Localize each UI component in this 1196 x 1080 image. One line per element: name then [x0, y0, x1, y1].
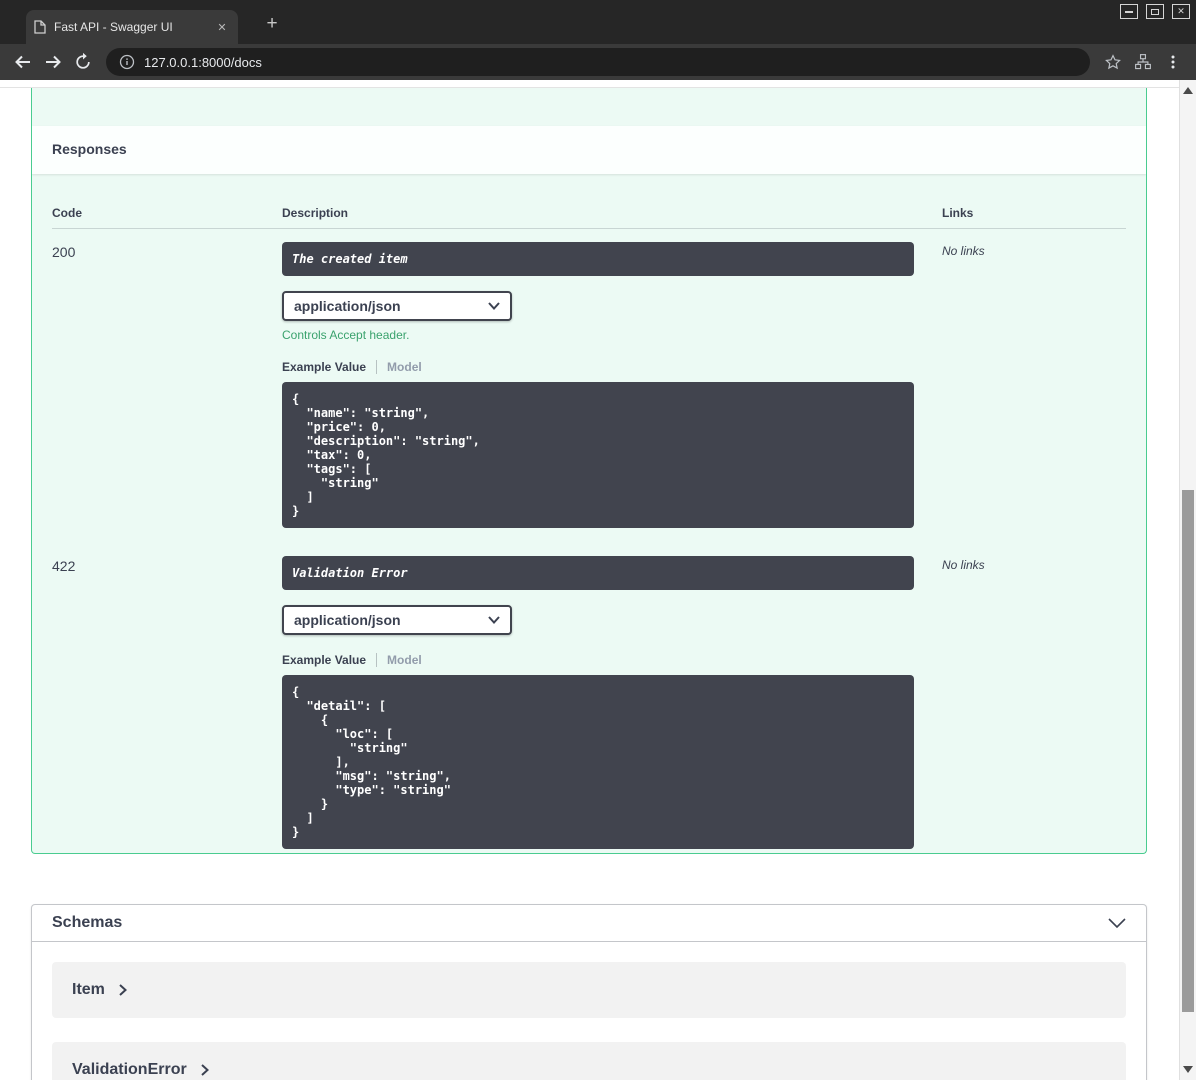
accept-header-note: Controls Accept header.: [282, 328, 410, 342]
back-arrow-icon: [15, 55, 30, 69]
column-header-code: Code: [52, 206, 82, 220]
responses-section-header: Responses: [32, 126, 1146, 174]
star-icon: [1105, 54, 1121, 70]
tab-divider: [376, 360, 378, 374]
media-type-value: application/json: [294, 612, 401, 628]
new-tab-button[interactable]: +: [260, 12, 284, 36]
column-header-links: Links: [942, 206, 974, 220]
reload-icon: [76, 52, 90, 69]
vertical-scrollbar[interactable]: [1179, 80, 1196, 1080]
close-icon: ✕: [1177, 6, 1185, 16]
model-title: Item: [72, 981, 105, 998]
chevron-right-icon: [201, 1064, 209, 1076]
schemas-header[interactable]: Schemas: [32, 905, 1146, 942]
forward-arrow-icon: [46, 55, 61, 69]
model-validationerror[interactable]: ValidationError: [52, 1042, 1126, 1080]
browser-titlebar: Fast API - Swagger UI ✕ + ✕: [0, 0, 1196, 44]
schemas-title: Schemas: [52, 914, 123, 931]
page-favicon-icon: [34, 20, 46, 34]
browser-tab[interactable]: Fast API - Swagger UI ✕: [26, 10, 238, 44]
model-title: ValidationError: [72, 1061, 187, 1078]
site-info-icon[interactable]: [118, 53, 136, 71]
bookmark-button[interactable]: [1100, 49, 1126, 75]
address-bar[interactable]: 127.0.0.1:8000/docs: [106, 48, 1090, 76]
responses-table: Code Description Links 200 The created i…: [32, 174, 1146, 853]
media-type-value: application/json: [294, 298, 401, 314]
maximize-icon: [1151, 8, 1159, 15]
tab-close-icon[interactable]: ✕: [214, 19, 230, 35]
responses-title: Responses: [52, 141, 127, 157]
tab-divider: [376, 653, 378, 667]
url-text[interactable]: 127.0.0.1:8000/docs: [144, 55, 262, 70]
extensions-icon: [1135, 54, 1151, 70]
response-row-200: 200 The created item application/json Co…: [52, 229, 1126, 528]
chevron-down-icon: [488, 616, 500, 624]
schemas-body: Item ValidationError: [32, 942, 1146, 1080]
browser-navbar: 127.0.0.1:8000/docs: [0, 44, 1196, 80]
chevron-down-icon: [488, 302, 500, 310]
tab-model[interactable]: Model: [387, 653, 422, 667]
back-button[interactable]: [10, 49, 36, 75]
response-description: Validation Error: [282, 556, 914, 590]
tab-example-value[interactable]: Example Value: [282, 653, 366, 667]
media-type-select[interactable]: application/json: [282, 291, 512, 321]
tab-example-value[interactable]: Example Value: [282, 360, 366, 374]
response-code: 422: [52, 558, 76, 574]
page-content: Responses Code Description Links 200 The…: [0, 80, 1196, 1080]
browser-menu-button[interactable]: [1160, 49, 1186, 75]
scroll-down-arrow-icon[interactable]: [1183, 1066, 1193, 1073]
opblock-body-spacer: [32, 88, 1146, 126]
tab-model[interactable]: Model: [387, 360, 422, 374]
model-item[interactable]: Item: [52, 962, 1126, 1018]
response-code: 200: [52, 244, 76, 260]
window-controls: ✕: [1120, 4, 1190, 19]
close-button[interactable]: ✕: [1172, 4, 1190, 19]
example-json: { "detail": [ { "loc": [ "string" ], "ms…: [282, 675, 914, 849]
forward-button[interactable]: [40, 49, 66, 75]
example-model-tabs: Example Value Model: [282, 360, 942, 374]
chevron-down-icon[interactable]: [1108, 917, 1126, 929]
reload-button[interactable]: [70, 49, 96, 75]
scroll-up-arrow-icon[interactable]: [1183, 87, 1193, 94]
response-description-cell: Validation Error application/json Exampl…: [282, 556, 942, 849]
minimize-icon: [1125, 10, 1133, 13]
response-row-422: 422 Validation Error application/json Ex…: [52, 543, 1126, 849]
minimize-button[interactable]: [1120, 4, 1138, 19]
content-divider: [0, 80, 1179, 88]
response-description: The created item: [282, 242, 914, 276]
response-description-cell: The created item application/json Contro…: [282, 242, 942, 528]
media-type-select[interactable]: application/json: [282, 605, 512, 635]
responses-table-header: Code Description Links: [52, 194, 1126, 229]
example-model-tabs: Example Value Model: [282, 653, 942, 667]
example-json: { "name": "string", "price": 0, "descrip…: [282, 382, 914, 528]
tab-title: Fast API - Swagger UI: [54, 20, 173, 34]
browser-window: Fast API - Swagger UI ✕ + ✕ 127.0.0.1:80…: [0, 0, 1196, 1080]
extensions-button[interactable]: [1130, 49, 1156, 75]
schemas-section: Schemas Item ValidationError: [31, 904, 1147, 1080]
opblock-post: Responses Code Description Links 200 The…: [31, 88, 1147, 854]
swagger-page: Responses Code Description Links 200 The…: [0, 80, 1179, 1080]
response-links: No links: [942, 558, 985, 572]
response-links: No links: [942, 244, 985, 258]
column-header-description: Description: [282, 206, 349, 220]
chevron-right-icon: [119, 984, 127, 996]
kebab-menu-icon: [1171, 55, 1175, 69]
scrollbar-thumb[interactable]: [1182, 490, 1194, 1012]
maximize-button[interactable]: [1146, 4, 1164, 19]
